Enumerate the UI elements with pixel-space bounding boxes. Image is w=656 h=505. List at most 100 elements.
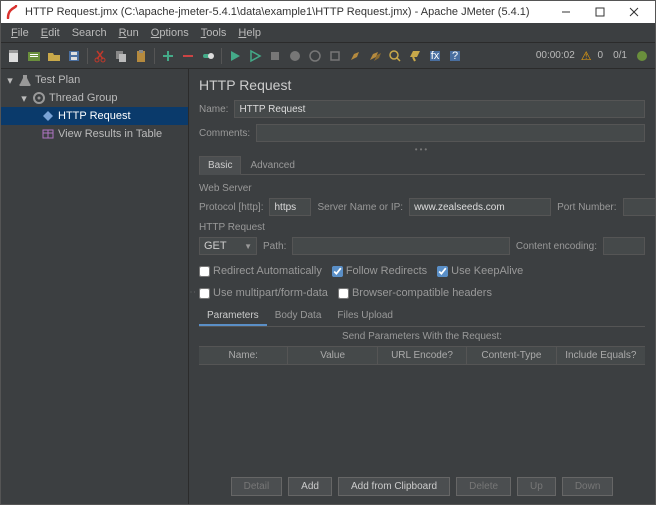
comments-label: Comments: xyxy=(199,128,250,139)
toggle-icon[interactable] xyxy=(199,47,217,65)
minimize-button[interactable] xyxy=(549,1,583,23)
subtab-files-upload[interactable]: Files Upload xyxy=(329,307,401,326)
comments-input[interactable] xyxy=(256,124,645,142)
tab-basic[interactable]: Basic xyxy=(199,156,241,175)
subtab-parameters[interactable]: Parameters xyxy=(199,307,267,326)
subtab-body-data[interactable]: Body Data xyxy=(267,307,330,326)
clear-icon[interactable] xyxy=(346,47,364,65)
table-buttons: Detail Add Add from Clipboard Delete Up … xyxy=(189,469,655,504)
port-input[interactable] xyxy=(623,198,655,216)
name-input[interactable] xyxy=(234,100,645,118)
splitter-grip[interactable]: ⋮ xyxy=(189,287,196,297)
function-helper-icon[interactable]: fx xyxy=(426,47,444,65)
separator xyxy=(154,48,155,64)
tree-http-request[interactable]: HTTP Request xyxy=(1,107,188,125)
tree-view-results[interactable]: View Results in Table xyxy=(1,125,188,143)
shutdown-icon[interactable] xyxy=(286,47,304,65)
save-icon[interactable] xyxy=(65,47,83,65)
check-keepalive[interactable]: Use KeepAlive xyxy=(437,265,523,277)
test-plan-tree[interactable]: ▾ Test Plan ▾ Thread Group HTTP Request … xyxy=(1,69,189,504)
menu-search[interactable]: Search xyxy=(66,25,113,41)
open-icon[interactable] xyxy=(45,47,63,65)
flask-icon xyxy=(18,73,32,87)
table-caption: Send Parameters With the Request: xyxy=(189,327,655,346)
parameters-table-body[interactable] xyxy=(199,365,645,469)
path-label: Path: xyxy=(263,241,286,252)
path-input[interactable] xyxy=(292,237,509,255)
col-url-encode[interactable]: URL Encode? xyxy=(378,347,467,364)
search-tree-icon[interactable] xyxy=(386,47,404,65)
col-include-equals[interactable]: Include Equals? xyxy=(557,347,645,364)
protocol-input[interactable] xyxy=(269,198,311,216)
menu-tools[interactable]: Tools xyxy=(195,25,233,41)
server-input[interactable] xyxy=(409,198,551,216)
warning-icon[interactable]: ⚠ xyxy=(581,49,592,63)
add-button[interactable]: Add xyxy=(288,477,332,496)
up-button[interactable]: Up xyxy=(517,477,556,496)
tab-advanced[interactable]: Advanced xyxy=(241,156,303,175)
port-label: Port Number: xyxy=(557,202,616,213)
menu-run[interactable]: Run xyxy=(113,25,145,41)
check-redirect-auto[interactable]: Redirect Automatically xyxy=(199,265,322,277)
col-value[interactable]: Value xyxy=(288,347,377,364)
check-multipart[interactable]: Use multipart/form-data xyxy=(199,287,328,299)
down-button[interactable]: Down xyxy=(562,477,614,496)
encoding-input[interactable] xyxy=(603,237,645,255)
cut-icon[interactable] xyxy=(92,47,110,65)
check-follow-redirects[interactable]: Follow Redirects xyxy=(332,265,427,277)
menu-help[interactable]: Help xyxy=(232,25,267,41)
server-label: Server Name or IP: xyxy=(317,202,403,213)
app-icon xyxy=(5,5,19,19)
close-button[interactable] xyxy=(617,1,651,23)
encoding-label: Content encoding: xyxy=(516,241,597,252)
col-content-type[interactable]: Content-Type xyxy=(467,347,556,364)
col-name[interactable]: Name: xyxy=(199,347,288,364)
window-title: HTTP Request.jmx (C:\apache-jmeter-5.4.1… xyxy=(25,6,549,18)
detail-button[interactable]: Detail xyxy=(231,477,283,496)
tree-thread-group[interactable]: ▾ Thread Group xyxy=(1,89,188,107)
method-select[interactable]: GET ▼ xyxy=(199,237,257,255)
stop-icon[interactable] xyxy=(266,47,284,65)
main-split: ▾ Test Plan ▾ Thread Group HTTP Request … xyxy=(1,69,655,504)
tree-label: Test Plan xyxy=(35,74,80,86)
separator xyxy=(221,48,222,64)
paste-icon[interactable] xyxy=(132,47,150,65)
start-icon[interactable] xyxy=(226,47,244,65)
tree-label: View Results in Table xyxy=(58,128,162,140)
menu-edit[interactable]: Edit xyxy=(35,25,66,41)
chevron-down-icon[interactable]: ▾ xyxy=(19,92,29,105)
warning-count: 0 xyxy=(598,50,604,61)
expand-icon[interactable] xyxy=(159,47,177,65)
remote-stop-icon[interactable] xyxy=(326,47,344,65)
run-timer: 00:00:02 xyxy=(536,50,575,61)
check-browser-headers[interactable]: Browser-compatible headers xyxy=(338,287,492,299)
delete-button[interactable]: Delete xyxy=(456,477,511,496)
parameters-table-header: Name: Value URL Encode? Content-Type Inc… xyxy=(199,346,645,365)
start-no-pause-icon[interactable] xyxy=(246,47,264,65)
menu-file[interactable]: File xyxy=(5,25,35,41)
tree-label: Thread Group xyxy=(49,92,117,104)
collapse-icon[interactable] xyxy=(179,47,197,65)
reset-search-icon[interactable] xyxy=(406,47,424,65)
help-icon[interactable]: ? xyxy=(446,47,464,65)
http-request-title: HTTP Request xyxy=(199,222,645,233)
menubar: File Edit Search Run Options Tools Help xyxy=(1,23,655,43)
content-panel: ⋮ HTTP Request Name: Comments: ••• Basic… xyxy=(189,69,655,504)
resize-grip[interactable]: ••• xyxy=(189,145,655,153)
tree-test-plan[interactable]: ▾ Test Plan xyxy=(1,71,188,89)
copy-icon[interactable] xyxy=(112,47,130,65)
add-clipboard-button[interactable]: Add from Clipboard xyxy=(338,477,450,496)
remote-start-icon[interactable] xyxy=(306,47,324,65)
sampler-icon xyxy=(41,109,55,123)
svg-text:fx: fx xyxy=(431,50,440,62)
new-icon[interactable] xyxy=(5,47,23,65)
table-icon xyxy=(41,127,55,141)
maximize-button[interactable] xyxy=(583,1,617,23)
separator xyxy=(87,48,88,64)
method-value: GET xyxy=(204,240,227,252)
templates-icon[interactable] xyxy=(25,47,43,65)
clear-all-icon[interactable] xyxy=(366,47,384,65)
menu-options[interactable]: Options xyxy=(145,25,195,41)
chevron-down-icon[interactable]: ▾ xyxy=(5,74,15,87)
svg-text:?: ? xyxy=(452,50,458,62)
